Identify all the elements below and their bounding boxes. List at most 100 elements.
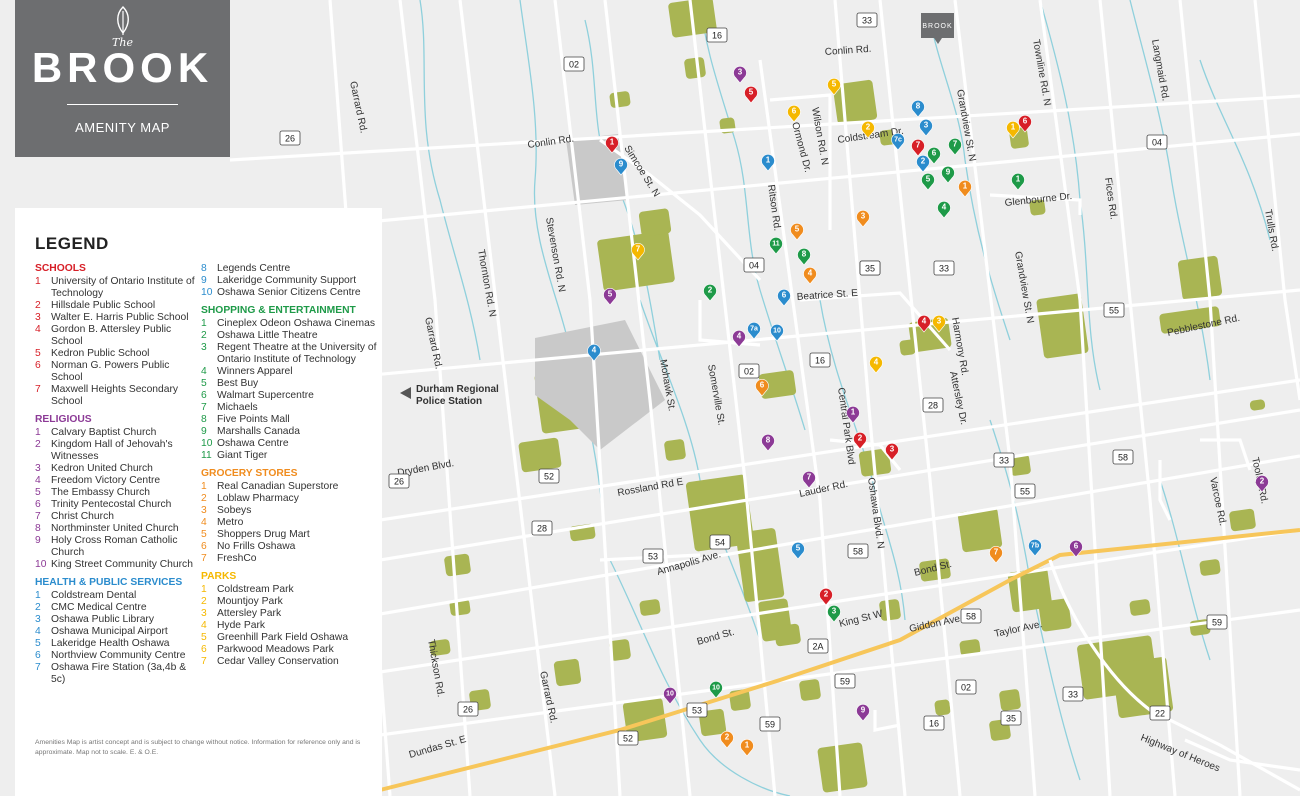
- route-shield-number: 16: [712, 31, 722, 41]
- pin-number: 9: [619, 160, 624, 169]
- legend-item-label: Oshawa Centre: [217, 438, 289, 449]
- route-shield: 02: [955, 679, 977, 695]
- legend-item-number: 3: [35, 614, 41, 625]
- route-shield-number: 22: [1155, 709, 1165, 719]
- pin-number: 1: [766, 156, 771, 165]
- legend-section-title: SCHOOLS: [35, 263, 86, 274]
- pin-number: 8: [916, 102, 921, 111]
- legend-item-number: 3: [35, 312, 41, 323]
- legend-item-label: Calvary Baptist Church: [51, 427, 157, 438]
- route-shield: 16: [809, 352, 831, 368]
- legend-title: LEGEND: [35, 234, 109, 253]
- pin-number: 5: [795, 225, 800, 234]
- route-shield-number: 59: [765, 720, 775, 730]
- legend-item-number: 5: [35, 348, 41, 359]
- green-space: [609, 91, 631, 108]
- green-space: [1177, 255, 1223, 301]
- legend-item: 8 Five Points Mall: [201, 414, 379, 426]
- pin-number: 9: [861, 706, 866, 715]
- pin-number: 3: [890, 445, 895, 454]
- route-shield-number: 58: [966, 612, 976, 622]
- legend-item-label: Kedron Public School: [51, 348, 150, 359]
- pin-number: 3: [738, 68, 743, 77]
- legend-item: 3 Oshawa Public Library: [35, 614, 200, 626]
- legend-item: 4 Hyde Park: [201, 620, 379, 632]
- route-shield-number: 04: [749, 261, 759, 271]
- legend-item-number: 6: [35, 499, 41, 510]
- pin-number: 6: [1023, 117, 1028, 126]
- route-shield-number: 02: [569, 60, 579, 70]
- route-shield: 53: [642, 548, 664, 564]
- legend-item-number: 1: [201, 584, 207, 595]
- legend-item-label: Michaels: [217, 402, 258, 413]
- brand-subtitle: AMENITY MAP: [75, 120, 170, 135]
- legend-item-label: University of Ontario Institute of Techn…: [51, 276, 195, 299]
- pin-number: 8: [766, 436, 771, 445]
- pin-number: 2: [1260, 477, 1265, 486]
- legend-item-number: 5: [35, 487, 41, 498]
- legend-item-number: 11: [201, 450, 212, 461]
- brand-divider: [67, 104, 178, 105]
- legend-item: 5 Best Buy: [201, 378, 379, 390]
- legend-item-label: Mountjoy Park: [217, 596, 283, 607]
- pin-number: 5: [608, 290, 613, 299]
- legend-item-label: Attersley Park: [217, 608, 282, 619]
- route-shield: 02: [563, 56, 585, 72]
- legend-item-number: 10: [35, 559, 47, 570]
- legend-item: 10 King Street Community Church: [35, 559, 200, 571]
- legend-item-number: 3: [201, 505, 207, 516]
- legend-item-number: 2: [201, 493, 207, 504]
- legend-section: SHOPPING & ENTERTAINMENT 1 Cineplex Odeon …: [201, 305, 379, 462]
- route-shield-number: 58: [853, 547, 863, 557]
- legend-item-label: No Frills Oshawa: [217, 541, 296, 552]
- route-shield-number: 26: [463, 705, 473, 715]
- legend-item: 6 No Frills Oshawa: [201, 541, 379, 553]
- route-shield-number: 33: [1068, 690, 1078, 700]
- route-shield: 16: [706, 27, 728, 43]
- green-space: [553, 658, 582, 687]
- route-shield: 59: [759, 716, 781, 732]
- legend-item: 3 Regent Theatre at the University of Ont…: [201, 342, 379, 366]
- route-shield: 04: [743, 257, 765, 273]
- pin-number: 2: [725, 733, 730, 742]
- pin-number: 11: [772, 241, 780, 248]
- legend-item-number: 3: [201, 608, 207, 619]
- route-shield: 52: [617, 730, 639, 746]
- legend-item: 9 Holy Cross Roman Catholic Church: [35, 535, 200, 559]
- green-space: [799, 679, 821, 701]
- pin-number: 10: [712, 685, 720, 692]
- legend-item-label: Walmart Supercentre: [217, 390, 314, 401]
- legend-item-number: 7: [35, 384, 41, 395]
- legend-item: 5 Kedron Public School: [35, 348, 200, 360]
- pin-number: 7: [807, 473, 812, 482]
- legend-item: 10 Oshawa Centre: [201, 438, 379, 450]
- legend-item-number: 4: [35, 475, 41, 486]
- legend-item-label: Freedom Victory Centre: [51, 475, 161, 486]
- legend-item: 7 Christ Church: [35, 511, 200, 523]
- legend-item-label: Kingdom Hall of Jehovah's Witnesses: [51, 439, 173, 462]
- pin-number: 6: [932, 149, 937, 158]
- route-shield: 33: [856, 12, 878, 28]
- legend-item: 3 Attersley Park: [201, 608, 379, 620]
- pin-number: 1: [745, 741, 750, 750]
- legend-item: 1 University of Ontario Institute of Tech…: [35, 276, 200, 300]
- legend-item: 4 Gordon B. Attersley Public School: [35, 324, 200, 348]
- legend-item-number: 10: [201, 438, 213, 449]
- route-shield: 58: [847, 543, 869, 559]
- legend-item-label: Walter E. Harris Public School: [51, 312, 189, 323]
- legend-item-label: Coldstream Park: [217, 584, 294, 595]
- legend-item-label: Loblaw Pharmacy: [217, 493, 299, 504]
- legend-section-title: GROCERY STORES: [201, 468, 298, 479]
- legend-section-title: HEALTH & PUBLIC SERVICES: [35, 577, 183, 588]
- legend-item: 7 Cedar Valley Conservation: [201, 656, 379, 668]
- route-shield: 26: [457, 701, 479, 717]
- legend-item-label: Sobeys: [217, 505, 252, 516]
- pin-number: 6: [792, 107, 797, 116]
- legend-item: 6 Trinity Pentecostal Church: [35, 499, 200, 511]
- legend-section: GROCERY STORES 1 Real Canadian Superstore 2…: [201, 468, 379, 565]
- legend-item: 10 Oshawa Senior Citizens Centre: [201, 287, 379, 299]
- legend-item-number: 5: [201, 632, 207, 643]
- legend-item-number: 5: [201, 529, 207, 540]
- legend-item-label: Kedron United Church: [51, 463, 153, 474]
- legend-section: HEALTH & PUBLIC SERVICES 1 Coldstream Dent…: [35, 577, 200, 686]
